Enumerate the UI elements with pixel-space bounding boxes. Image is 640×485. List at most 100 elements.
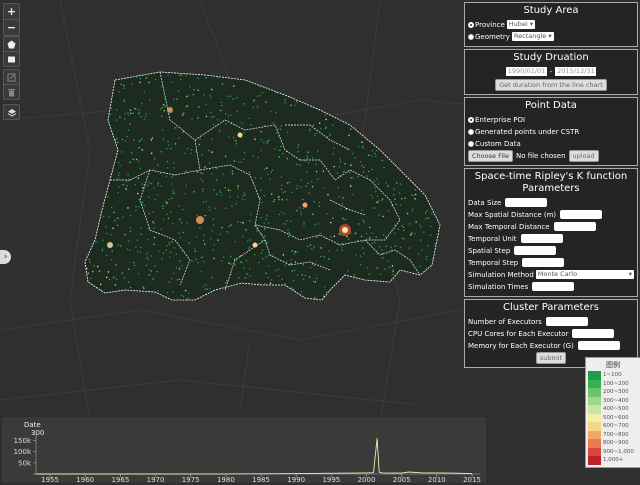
legend-swatch (588, 430, 601, 439)
executors-label: Number of Executors (468, 317, 542, 326)
draw-polygon-button[interactable] (4, 37, 19, 52)
legend-label: 700~800 (603, 431, 629, 438)
data-size-label: Data Size (468, 198, 502, 207)
end-date-input[interactable]: 2015/12/31 (555, 67, 597, 76)
legend-label: 1~100 (603, 372, 622, 379)
study-area-title: Study Area (523, 5, 579, 16)
y-tick-label: 100k (14, 448, 32, 456)
x-tick-label: 1960 (76, 476, 94, 483)
layers-icon (7, 108, 16, 117)
polygon-icon (7, 40, 16, 48)
cluster-title: Cluster Parameters (503, 302, 599, 313)
edit-layers-button[interactable] (4, 70, 19, 85)
trash-icon (8, 88, 15, 96)
legend-label: 600~700 (603, 423, 629, 430)
generated-points-label: Generated points under CSTR (475, 127, 580, 136)
enterprise-poi-label: Enterprise POI (475, 115, 526, 124)
point-data-section: Point Data Enterprise POI Generated poin… (464, 97, 638, 166)
simulation-times-label: Simulation Times (468, 282, 529, 291)
get-duration-button[interactable]: Get duration from the line chart (495, 78, 607, 91)
memory-input[interactable] (577, 341, 620, 350)
executors-input[interactable] (545, 317, 588, 326)
x-tick-label: 1995 (322, 476, 340, 483)
zoom-out-button[interactable]: − (4, 20, 19, 35)
edit-icon (7, 73, 16, 81)
temporal-unit-input[interactable] (520, 234, 563, 243)
x-tick-label: 1955 (41, 476, 59, 483)
legend-label: 500~600 (603, 414, 629, 421)
y-tick-label: 150k (14, 437, 32, 445)
layers-button[interactable] (3, 104, 20, 120)
enterprise-poi-radio[interactable] (468, 116, 474, 123)
timeline-background (2, 417, 486, 483)
spatial-step-label: Spatial Step (468, 246, 511, 255)
start-date-input[interactable]: 1990/01/01 (505, 67, 547, 76)
draw-rectangle-button[interactable] (4, 52, 19, 66)
legend-item: 1,000+ (588, 456, 638, 465)
ripley-section: Space-time Ripley's K function Parameter… (464, 168, 638, 297)
legend-item: 500~600 (588, 413, 638, 422)
study-duration-title: Study Druation (513, 52, 589, 63)
max-temporal-distance-label: Max Temporal Distance (468, 222, 550, 231)
legend-label: 900~1,000 (603, 448, 634, 455)
legend-swatch (588, 405, 601, 414)
geometry-radio[interactable] (468, 33, 474, 40)
legend-item: 200~300 (588, 388, 638, 397)
ripley-title: Space-time Ripley's K function Parameter… (474, 171, 628, 194)
custom-data-label: Custom Data (475, 139, 521, 148)
zoom-in-button[interactable]: + (4, 4, 19, 20)
province-radio[interactable] (468, 21, 474, 28)
province-label: Province (475, 20, 505, 29)
timeline-svg[interactable]: Date300150k 100k 50k 1955 1960 1965 1970 1975 19… (2, 417, 486, 484)
x-tick-label: 1975 (182, 476, 200, 483)
timeline-chart[interactable]: Date 300 150k 100k 50k 1955 1960 1965 1970 1975 19… (2, 417, 486, 484)
study-duration-section: Study Druation 1990/01/01 - 2015/12/31 G… (464, 49, 638, 95)
spatial-step-input[interactable] (514, 246, 557, 255)
edit-toolbar (3, 69, 20, 100)
max-spatial-distance-input[interactable] (560, 210, 603, 219)
legend-label: 300~400 (603, 397, 629, 404)
upload-button[interactable]: upload (568, 149, 599, 162)
simulation-times-input[interactable] (532, 282, 575, 291)
geometry-select-value: Rectangle (513, 32, 547, 40)
density-legend: 图例 1~100 100~200 200~300 300~400 400~500 500~… (585, 357, 640, 468)
legend-swatch (588, 379, 601, 388)
timeline-annotation: 300 (31, 429, 44, 437)
chevron-down-icon: ▾ (548, 32, 552, 40)
cpu-cores-label: CPU Cores for Each Executor (468, 329, 569, 338)
cpu-cores-input[interactable] (572, 329, 615, 338)
legend-item: 600~700 (588, 422, 638, 431)
legend-swatch (588, 422, 601, 431)
y-tick-label: 50k (18, 459, 32, 467)
temporal-step-input[interactable] (522, 258, 565, 267)
zoom-control: + − (3, 3, 20, 36)
rectangle-icon (8, 56, 15, 62)
province-select[interactable]: Hubei ▾ (506, 20, 536, 29)
geometry-select[interactable]: Rectangle ▾ (511, 32, 554, 41)
legend-item: 700~800 (588, 430, 638, 439)
delete-layers-button[interactable] (4, 85, 19, 99)
x-tick-label: 2000 (358, 476, 376, 483)
temporal-step-label: Temporal Step (468, 258, 519, 267)
custom-data-radio[interactable] (468, 140, 474, 147)
legend-label: 100~200 (603, 380, 629, 387)
geometry-label: Geometry (475, 32, 510, 41)
submit-button[interactable]: submit (535, 351, 567, 364)
legend-label: 800~900 (603, 440, 629, 447)
simulation-method-label: Simulation Method (468, 270, 534, 279)
legend-item: 400~500 (588, 405, 638, 414)
max-spatial-distance-label: Max Spatial Distance (m) (468, 210, 557, 219)
legend-swatch (588, 456, 601, 465)
simulation-method-select[interactable]: Monte Carlo ▾ (535, 270, 634, 279)
generated-points-radio[interactable] (468, 128, 474, 135)
legend-label: 1,000+ (603, 457, 624, 464)
no-file-label: No file chosen (515, 151, 566, 160)
choose-file-button[interactable]: Choose File (468, 149, 513, 162)
chevron-down-icon: ▾ (628, 270, 632, 278)
legend-swatch (588, 413, 601, 422)
data-size-input[interactable] (505, 198, 548, 207)
legend-label: 200~300 (603, 389, 629, 396)
max-temporal-distance-input[interactable] (553, 222, 596, 231)
legend-item: 300~400 (588, 396, 638, 405)
x-tick-label: 1970 (147, 476, 165, 483)
